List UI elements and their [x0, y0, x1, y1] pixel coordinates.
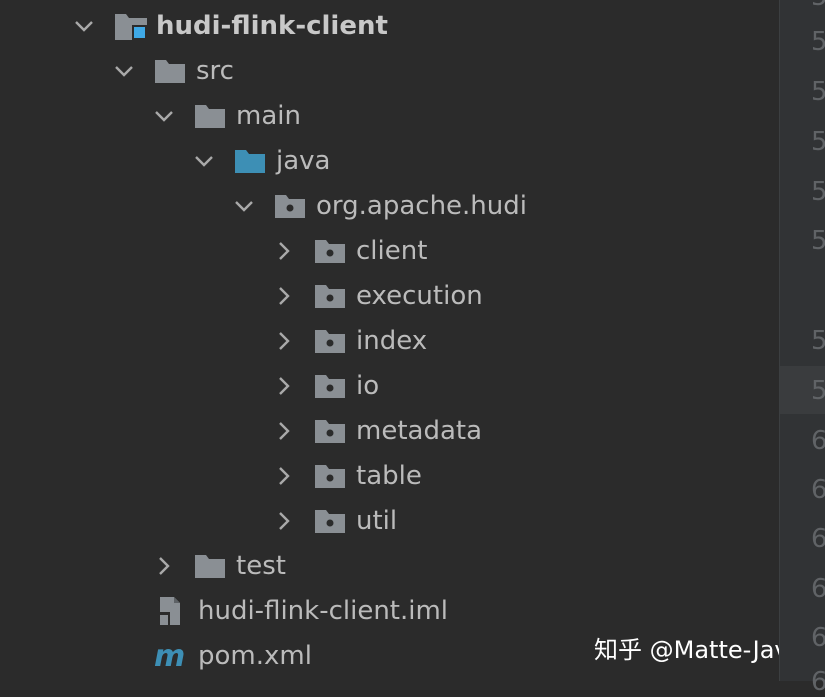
tree-node-label: hudi-flink-client.iml	[198, 596, 449, 626]
tree-node-label: java	[276, 146, 331, 176]
line-number: 5	[811, 226, 825, 256]
module-folder-icon	[114, 4, 154, 48]
tree-node-subpackage[interactable]: io	[264, 364, 379, 408]
tree-node-label: io	[356, 371, 380, 401]
line-number: 6	[811, 426, 825, 456]
chevron-right-icon[interactable]	[264, 319, 304, 363]
tree-node-java[interactable]: java	[184, 139, 330, 183]
tree-node-label: client	[356, 236, 428, 266]
tree-node-subpackage[interactable]: index	[264, 319, 427, 363]
package-icon	[314, 454, 354, 498]
chevron-right-icon[interactable]	[264, 454, 304, 498]
line-number: 5	[811, 127, 825, 157]
folder-icon	[194, 544, 234, 588]
package-icon	[274, 184, 314, 228]
package-icon	[314, 319, 354, 363]
tree-node-label: src	[196, 56, 234, 86]
iml-file-icon	[154, 589, 196, 633]
project-tree-panel: hudi-flink-client src main java org.apac…	[0, 0, 803, 681]
tree-node-subpackage[interactable]: client	[264, 229, 427, 273]
tree-node-src[interactable]: src	[104, 49, 234, 93]
tree-node-label: hudi-flink-client	[156, 11, 388, 41]
tree-node-label: index	[356, 326, 428, 356]
line-number: 5	[811, 27, 825, 57]
line-number: 5	[811, 326, 825, 356]
chevron-down-icon[interactable]	[224, 184, 264, 228]
tree-node-label: org.apache.hudi	[316, 191, 527, 221]
folder-icon	[194, 94, 234, 138]
chevron-down-icon[interactable]	[64, 4, 104, 48]
tree-node-pom-file[interactable]: m pom.xml	[154, 634, 312, 678]
folder-icon	[154, 49, 194, 93]
chevron-right-icon[interactable]	[264, 274, 304, 318]
chevron-right-icon[interactable]	[144, 544, 184, 588]
chevron-right-icon[interactable]	[264, 499, 304, 543]
tree-node-label: pom.xml	[198, 641, 312, 671]
line-number: 6	[811, 667, 825, 697]
package-icon	[314, 364, 354, 408]
tree-node-label: test	[236, 551, 286, 581]
chevron-right-icon[interactable]	[264, 229, 304, 273]
tree-node-subpackage[interactable]: table	[264, 454, 422, 498]
chevron-right-icon[interactable]	[264, 409, 304, 453]
line-number: 6	[811, 574, 825, 604]
tree-node-label: metadata	[356, 416, 483, 446]
line-number: 6	[811, 475, 825, 505]
tree-node-label: table	[356, 461, 422, 491]
line-number: 6	[811, 623, 825, 653]
package-icon	[314, 274, 354, 318]
maven-icon: m	[154, 634, 196, 678]
line-number: 5	[811, 0, 825, 12]
svg-text:m: m	[154, 641, 185, 671]
line-number: 5	[811, 177, 825, 207]
chevron-right-icon[interactable]	[264, 364, 304, 408]
line-number-gutter: 5 5 5 5 5 5 5 5 6 6 6 6 6 6	[779, 0, 825, 697]
tree-node-package[interactable]: org.apache.hudi	[224, 184, 527, 228]
tree-node-subpackage[interactable]: metadata	[264, 409, 482, 453]
chevron-down-icon[interactable]	[184, 139, 224, 183]
tree-node-label: util	[356, 506, 398, 536]
tree-node-subpackage[interactable]: util	[264, 499, 397, 543]
tree-node-test[interactable]: test	[144, 544, 286, 588]
chevron-down-icon[interactable]	[144, 94, 184, 138]
tree-node-label: main	[236, 101, 301, 131]
tree-node-main[interactable]: main	[144, 94, 301, 138]
line-number: 6	[811, 524, 825, 554]
line-number: 5	[811, 376, 825, 406]
line-number: 5	[811, 77, 825, 107]
tree-node-module[interactable]: hudi-flink-client	[64, 4, 388, 48]
tree-node-label: execution	[356, 281, 483, 311]
package-icon	[314, 229, 354, 273]
watermark: 知乎 @Matte-Java	[594, 636, 804, 664]
chevron-down-icon[interactable]	[104, 49, 144, 93]
source-root-folder-icon	[234, 139, 274, 183]
package-icon	[314, 499, 354, 543]
tree-node-iml-file[interactable]: hudi-flink-client.iml	[154, 589, 448, 633]
tree-node-subpackage[interactable]: execution	[264, 274, 483, 318]
package-icon	[314, 409, 354, 453]
